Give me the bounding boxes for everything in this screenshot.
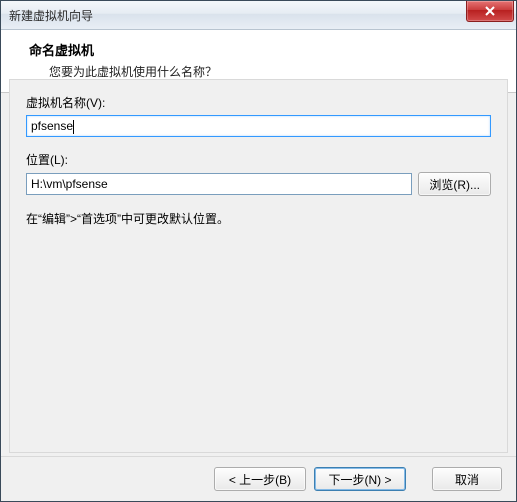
vm-name-label: 虚拟机名称(V): — [26, 94, 491, 111]
next-button[interactable]: 下一步(N) > — [314, 467, 406, 491]
wizard-footer: < 上一步(B) 下一步(N) > 取消 — [1, 456, 516, 501]
vm-name-input[interactable]: pfsense — [26, 115, 491, 137]
default-location-hint: 在“编辑”>“首选项”中可更改默认位置。 — [26, 210, 491, 227]
location-label: 位置(L): — [26, 151, 491, 168]
title-bar: 新建虚拟机向导 — [1, 1, 516, 30]
location-row-wrapper: 位置(L): 浏览(R)... — [26, 151, 491, 196]
cancel-button[interactable]: 取消 — [432, 467, 502, 491]
text-caret — [73, 120, 74, 134]
wizard-window: 新建虚拟机向导 命名虚拟机 您要为此虚拟机使用什么名称？ 虚拟机名称(V): p… — [0, 0, 517, 502]
window-title: 新建虚拟机向导 — [9, 7, 93, 24]
header-subtitle: 您要为此虚拟机使用什么名称？ — [49, 63, 500, 80]
header-title: 命名虚拟机 — [29, 40, 500, 59]
vm-name-value: pfsense — [31, 119, 73, 133]
browse-button[interactable]: 浏览(R)... — [418, 172, 491, 196]
location-row: 浏览(R)... — [26, 172, 491, 196]
close-button[interactable] — [466, 1, 514, 22]
location-input[interactable] — [26, 173, 412, 195]
close-icon — [485, 6, 495, 16]
vm-name-row: 虚拟机名称(V): pfsense — [26, 94, 491, 137]
back-button[interactable]: < 上一步(B) — [214, 467, 306, 491]
wizard-body: 虚拟机名称(V): pfsense 位置(L): 浏览(R)... 在“编辑”>… — [9, 79, 508, 453]
